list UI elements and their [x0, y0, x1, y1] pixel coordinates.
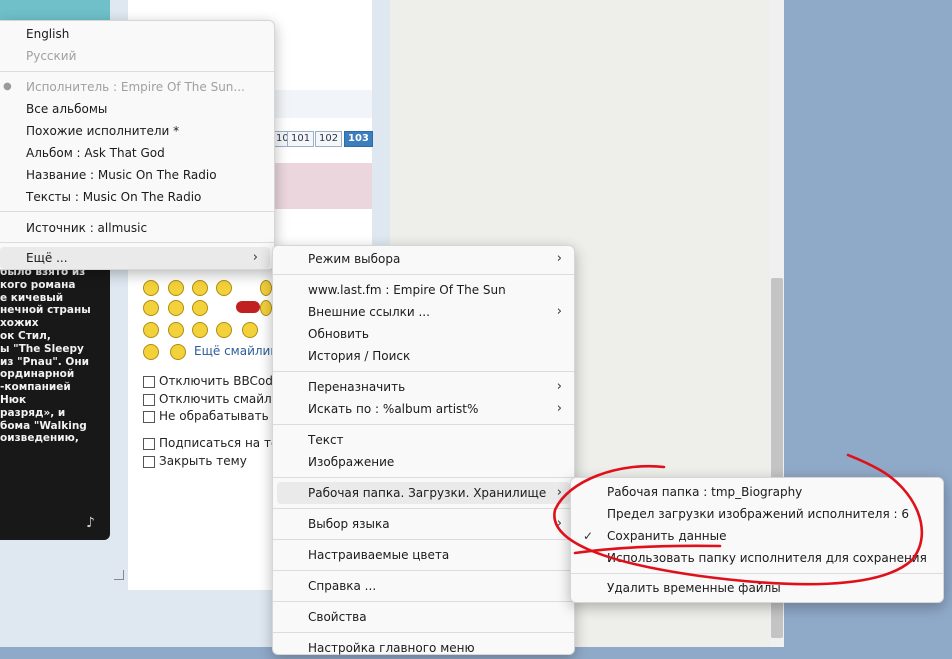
- chevron-right-icon: ›: [556, 379, 562, 394]
- menu-item-text[interactable]: Текст: [273, 429, 574, 451]
- menu-item-refresh[interactable]: Обновить: [273, 323, 574, 345]
- menu-item-more[interactable]: Ещё ... ›: [0, 247, 270, 269]
- menu-separator: [273, 508, 574, 509]
- chevron-right-icon: ›: [556, 401, 562, 416]
- context-menu-more: Режим выбора › www.last.fm : Empire Of Th…: [272, 245, 575, 655]
- speaker-icon[interactable]: ♪: [86, 515, 95, 531]
- menu-item-title[interactable]: Название : Music On The Radio: [0, 164, 274, 186]
- chevron-right-icon: ›: [556, 304, 562, 319]
- menu-separator: [0, 71, 274, 72]
- menu-item-search-by[interactable]: Искать по : %album artist% ›: [273, 398, 574, 420]
- no-url-parse-label: Не обрабатывать U: [159, 409, 282, 423]
- menu-item-source[interactable]: Источник : allmusic: [0, 217, 274, 239]
- light-strip: [275, 90, 372, 118]
- menu-item-artist[interactable]: ● Исполнитель : Empire Of The Sun...: [0, 76, 274, 98]
- menu-item-temp-folder[interactable]: Рабочая папка : tmp_Biography: [571, 481, 943, 503]
- menu-item-all-albums[interactable]: Все альбомы: [0, 98, 274, 120]
- menu-separator: [273, 632, 574, 633]
- context-menu-working-folder: Рабочая папка : tmp_Biography Предел заг…: [570, 477, 944, 603]
- checkmark-icon: ✓: [583, 529, 594, 543]
- pink-notice-bar: [275, 163, 372, 209]
- chevron-right-icon: ›: [556, 485, 562, 500]
- menu-item-language[interactable]: Выбор языка ›: [273, 513, 574, 535]
- smiley-icon[interactable]: [216, 322, 232, 338]
- close-topic-checkbox[interactable]: [143, 456, 155, 468]
- textarea-resize-grip[interactable]: [114, 570, 124, 580]
- menu-item-english[interactable]: English: [0, 23, 274, 45]
- menu-item-album[interactable]: Альбом : Ask That God: [0, 142, 274, 164]
- subscribe-topic-label: Подписаться на тем: [159, 436, 288, 450]
- close-topic-label: Закрыть тему: [159, 454, 247, 468]
- menu-separator: [273, 601, 574, 602]
- chevron-right-icon: ›: [556, 251, 562, 266]
- menu-item-working-folder[interactable]: Рабочая папка. Загрузки. Хранилище ›: [277, 482, 570, 504]
- menu-separator: [273, 424, 574, 425]
- menu-separator: [0, 242, 274, 243]
- page-link-102[interactable]: 102: [315, 131, 343, 147]
- menu-item-lyrics[interactable]: Тексты : Music On The Radio: [0, 186, 274, 208]
- menu-item-save-data[interactable]: ✓ Сохранить данные: [571, 525, 943, 547]
- menu-item-selection-mode[interactable]: Режим выбора ›: [273, 248, 574, 270]
- smiley-icon[interactable]: [168, 280, 184, 296]
- menu-separator: [571, 573, 943, 574]
- chevron-right-icon: ›: [252, 250, 258, 265]
- menu-item-external-links[interactable]: Внешние ссылки ... ›: [273, 301, 574, 323]
- smiley-icon[interactable]: [216, 280, 232, 296]
- page-link-103-current[interactable]: 103: [344, 131, 373, 147]
- menu-separator: [273, 274, 574, 275]
- smiley-icon[interactable]: [192, 300, 208, 316]
- smiley-icon[interactable]: [168, 300, 184, 316]
- menu-item-main-menu-setup[interactable]: Настройка главного меню: [273, 637, 574, 659]
- bio-text: было взято из кого романа е кичевый нечной…: [0, 266, 91, 445]
- menu-item-image-download-limit[interactable]: Предел загрузки изображений исполнителя …: [571, 503, 943, 525]
- subscribe-topic-checkbox[interactable]: [143, 438, 155, 450]
- menu-separator: [0, 211, 274, 212]
- menu-item-history-search[interactable]: История / Поиск: [273, 345, 574, 367]
- menu-separator: [273, 539, 574, 540]
- menu-item-lastfm[interactable]: www.last.fm : Empire Of The Sun: [273, 279, 574, 301]
- menu-separator: [273, 371, 574, 372]
- menu-item-custom-colors[interactable]: Настраиваемые цвета: [273, 544, 574, 566]
- smiley-icon[interactable]: [242, 322, 258, 338]
- menu-item-russian[interactable]: Русский: [0, 45, 274, 67]
- menu-separator: [273, 570, 574, 571]
- menu-item-help[interactable]: Справка ...: [273, 575, 574, 597]
- context-menu-main: English Русский ● Исполнитель : Empire Of…: [0, 20, 275, 270]
- more-smileys-link[interactable]: Ещё смайлик: [194, 344, 278, 358]
- smiley-icon[interactable]: [168, 322, 184, 338]
- disable-bbcode-checkbox[interactable]: [143, 376, 155, 388]
- chevron-right-icon: ›: [556, 516, 562, 531]
- smiley-icon[interactable]: [260, 280, 272, 296]
- smiley-icon[interactable]: [260, 300, 272, 316]
- menu-item-image[interactable]: Изображение: [273, 451, 574, 473]
- smiley-icon[interactable]: [143, 280, 159, 296]
- menu-item-reassign[interactable]: Переназначить ›: [273, 376, 574, 398]
- disable-bbcode-label: Отключить BBCode: [159, 374, 281, 388]
- radio-dot-icon: ●: [3, 81, 12, 92]
- menu-separator: [273, 477, 574, 478]
- menu-item-similar-artists[interactable]: Похожие исполнители *: [0, 120, 274, 142]
- disable-smileys-checkbox[interactable]: [143, 394, 155, 406]
- smiley-icon[interactable]: [143, 322, 159, 338]
- menu-item-delete-temp-files[interactable]: Удалить временные файлы: [571, 577, 943, 599]
- smiley-icon[interactable]: [192, 322, 208, 338]
- page-link-101[interactable]: 101: [287, 131, 315, 147]
- menu-item-use-artist-folder[interactable]: Использовать папку исполнителя для сохра…: [571, 547, 943, 569]
- help-smiley-icon[interactable]: [236, 301, 260, 313]
- smiley-icon[interactable]: [143, 300, 159, 316]
- smiley-icon[interactable]: [192, 280, 208, 296]
- menu-item-properties[interactable]: Свойства: [273, 606, 574, 628]
- no-url-parse-checkbox[interactable]: [143, 411, 155, 423]
- smiley-icon[interactable]: [143, 344, 159, 360]
- smiley-icon[interactable]: [170, 344, 186, 360]
- disable-smileys-label: Отключить смайлик: [159, 392, 287, 406]
